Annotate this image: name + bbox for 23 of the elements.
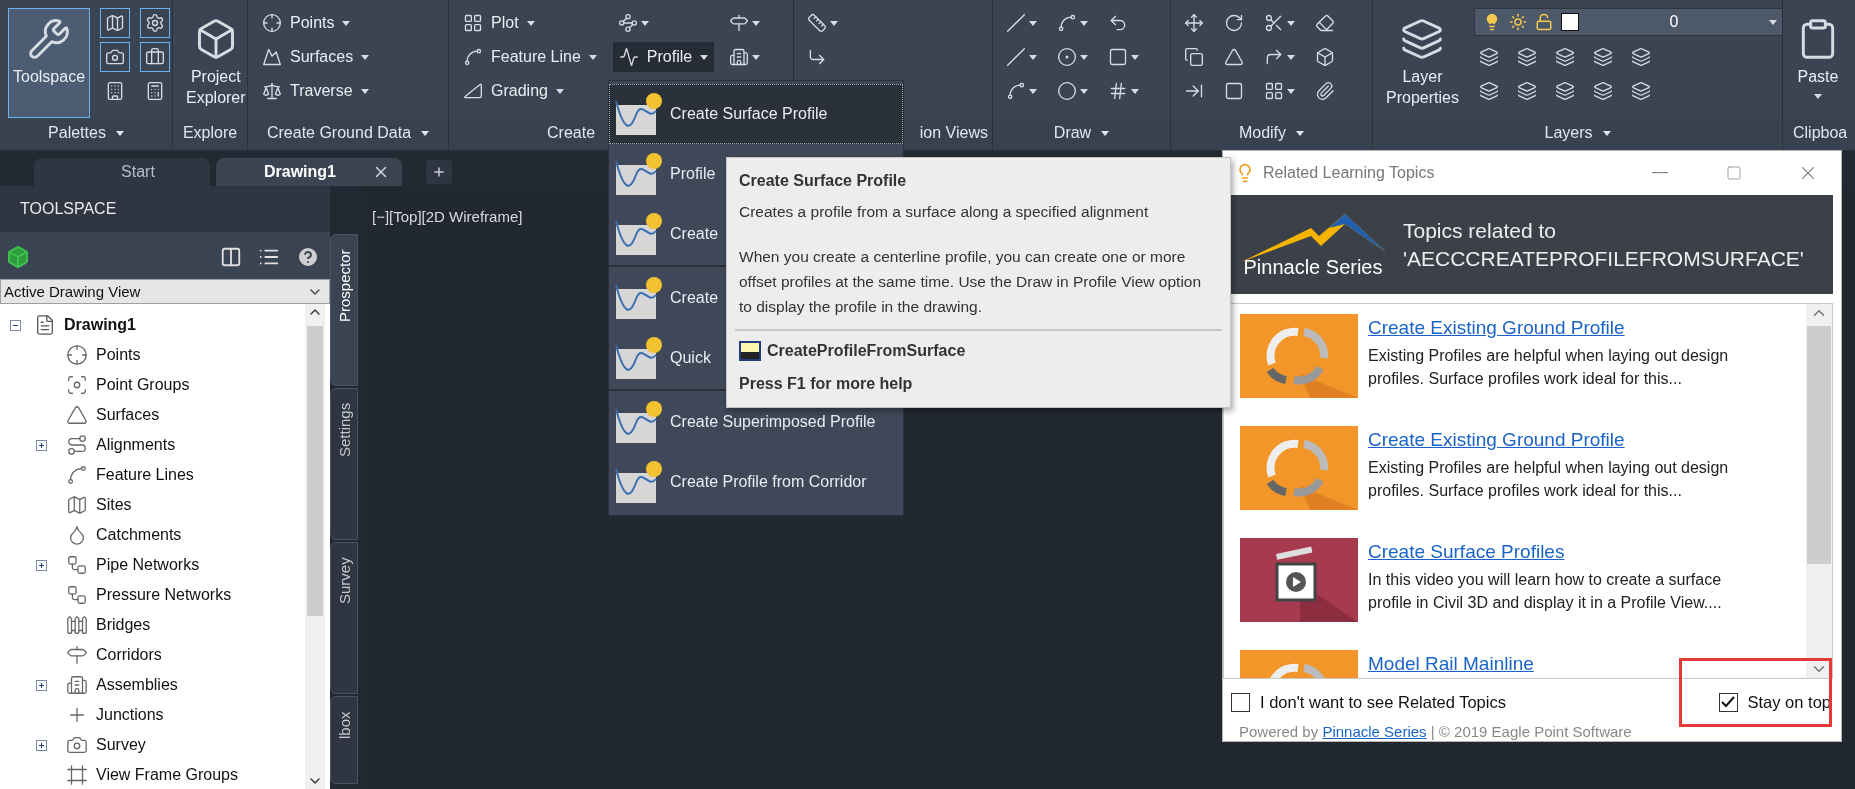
- panel-label: Create Ground Data: [266, 124, 412, 142]
- palette-title: TOOLSPACE: [20, 200, 117, 218]
- logo-text: Pinnacle Series: [1243, 256, 1383, 279]
- tooltip-details: When you create a centerline profile, you can create one or more offset profiles at the same time. Use the Draw in Profile View option to display the profile in the drawing.: [739, 247, 1203, 317]
- panel-label: Create: [547, 124, 596, 142]
- footer-text: Powered by Pinnacle Series | © 2019 Eagle Point Software: [1238, 722, 1633, 740]
- window-title: Related Learning Topics: [1263, 164, 1436, 182]
- topic-summary: Existing Profiles are helpful when laying out design profiles. Surface profiles work ideal for this...: [1368, 458, 1730, 502]
- tooltip-description: Creates a profile from a surface along a specified alignment: [739, 203, 1150, 221]
- topic-summary: Existing Profiles are helpful when laying out design profiles. Surface profiles work ideal for this...: [1368, 346, 1730, 390]
- header-title: Topics related to: [1403, 218, 1557, 243]
- panel-label: ion Views: [919, 124, 988, 142]
- command-title: 'AECCCREATEPROFILEFROMSURFACE': [1403, 246, 1804, 271]
- panel-label: Draw: [1053, 124, 1092, 142]
- panel-label: Clipboa: [1793, 124, 1848, 142]
- panel-label: Layers: [1544, 124, 1593, 142]
- tooltip-title: Create Surface Profile: [739, 172, 908, 190]
- help-hint: Press F1 for more help: [739, 375, 914, 394]
- panel-label: Explore: [182, 124, 238, 142]
- command-name: CreateProfileFromSurface: [767, 342, 966, 361]
- topic-summary: In this video you will learn how to create a surface profile in Civil 3D and display it in a Profile View....: [1368, 570, 1723, 614]
- panel-label: Modify: [1238, 124, 1287, 142]
- panel-label: Palettes: [48, 124, 106, 142]
